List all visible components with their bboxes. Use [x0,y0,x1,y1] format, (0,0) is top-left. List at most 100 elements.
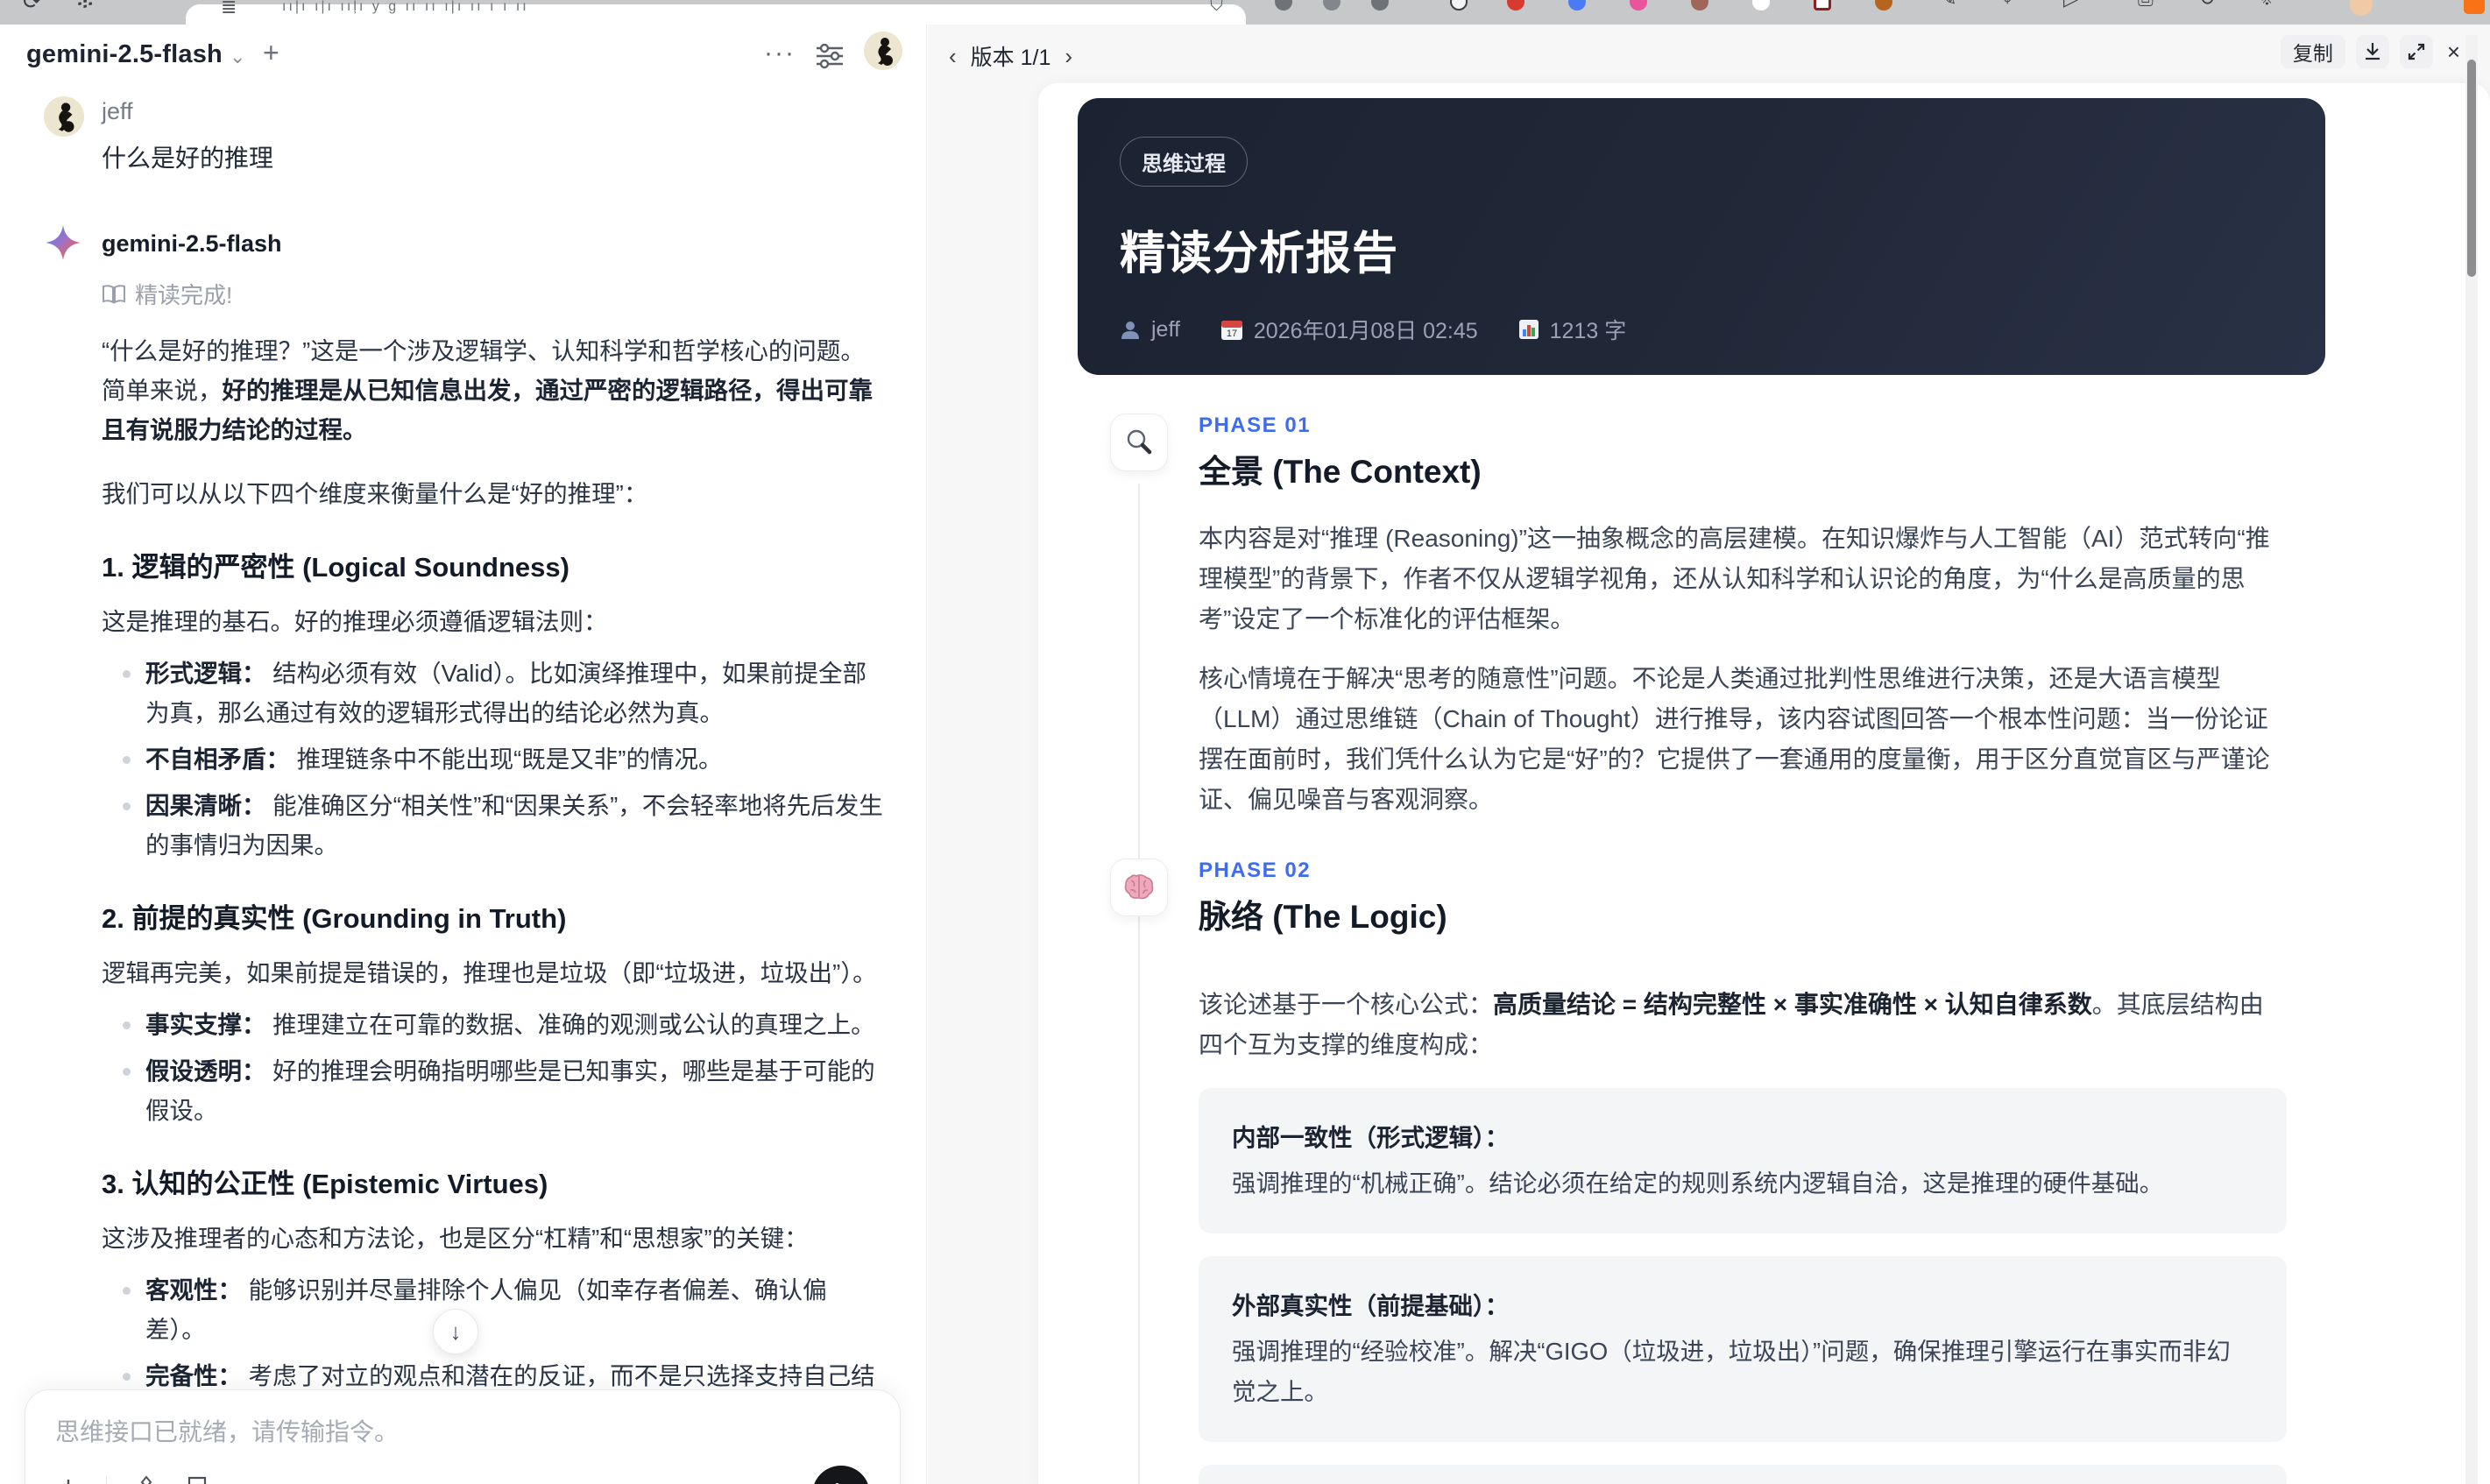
prev-version-button[interactable]: ‹ [949,43,957,70]
extension-icon[interactable] [1630,0,1647,11]
phase-title: 全景 (The Context) [1199,454,1482,490]
dimension-title: 内部一致性（形式逻辑）： [1232,1124,1510,1151]
section-lead: 这涉及推理者的心态和方法论，也是区分“杠精”和“思想家”的关键： [102,1225,809,1252]
bullet-list: 事实支撑： 推理建立在可靠的数据、准确的观测或公认的真理之上。 假设透明： 好的… [102,1005,883,1130]
book-icon [103,284,125,304]
phase-timeline: PHASE 01 全景 (The Context) 本内容是对“推理 (Reas… [1078,413,2325,1484]
fullscreen-button[interactable] [2399,35,2433,68]
chat-message-list[interactable]: jeff 什么是好的推理 gemini-2.5-flash 精读完成! “什么是… [0,88,926,1484]
report-header-card: 思维过程 精读分析报告 jeff 17 2026年01月08日 02:45 12… [1078,98,2325,375]
magnifier-icon [1110,413,1168,471]
user-avatar[interactable] [864,32,902,70]
dimension-card: 内部一致性（形式逻辑）： 强调推理的“机械正确”。结论必须在给定的规则系统内逻辑… [1199,1088,2287,1233]
extension-icon[interactable] [1323,0,1340,11]
settings-sliders-icon[interactable] [815,42,845,70]
voice-input-button[interactable] [812,1466,870,1484]
report-author: jeff [1120,317,1180,343]
browser-chrome-bar: ⟳ ፨ ≣ ıı|ı ı|ı ııļı y g ıı ıı ı|ı ıı ı ı… [0,0,2490,25]
user-message-text: 什么是好的推理 [102,145,274,172]
phase-paragraph: 本内容是对“推理 (Reasoning)”这一抽象概念的高层建模。在知识爆炸与人… [1199,525,2270,632]
section-heading: 2. 前提的真实性 (Grounding in Truth) [102,903,567,934]
skills-diamonds-icon[interactable] [131,1474,161,1484]
download-icon [2365,43,2380,60]
dimension-text: 强调推理的“机械正确”。结论必须在给定的规则系统内逻辑自洽，这是推理的硬件基础。 [1232,1170,2164,1197]
bullet-item: 不自相矛盾： 推理链条中不能出现“既是又非”的情况。 [102,739,883,779]
extension-icon[interactable] [1875,0,1892,11]
download-button[interactable] [2355,35,2389,68]
extension-icon[interactable] [1691,0,1708,11]
extension-icon[interactable] [1752,0,1770,11]
browser-address-bar[interactable]: ≣ ıı|ı ı|ı ııļı y g ıı ıı ı|ı ıı ı ı ıı … [186,0,1246,25]
next-version-button[interactable]: › [1065,43,1072,70]
composer-toolbar [55,1474,209,1484]
artifact-controls: 复制 × [2280,35,2464,68]
extension-icon[interactable] [1450,0,1468,11]
version-label: 版本 1/1 [970,46,1051,70]
address-text-stub: ıı|ı ı|ı ııļı y g ıı ıı ı|ı ıı ı ı ıı [282,0,529,14]
model-selector[interactable]: gemini-2.5-flash [26,40,223,69]
user-message: jeff 什么是好的推理 [44,96,885,174]
assistant-intro: “什么是好的推理？”这是一个涉及逻辑学、认知科学和哲学核心的问题。简单来说，好的… [102,337,873,443]
extension-icon[interactable] [1371,0,1389,11]
browser-reload-icon[interactable]: ⟳ [23,0,42,15]
version-navigator: ‹ 版本 1/1 › [949,40,1072,72]
calendar-icon: 17 [1220,321,1242,340]
phase-label: PHASE 02 [1199,859,1312,882]
phase-section-2: PHASE 02 脉络 (The Logic) 该论述基于一个核心公式：高质量结… [1078,859,2325,1484]
bullet-item: 因果清晰： 能准确区分“相关性”和“因果关系”，不会轻率地将先后发生的事情归为因… [102,786,883,865]
dimension-text: 强调推理的“经验校准”。解决“GIGO（垃圾进，垃圾出）”问题，确保推理引擎运行… [1232,1338,2231,1405]
attach-plus-icon[interactable] [55,1476,81,1484]
chat-panel: gemini-2.5-flash ⌄ + ··· jeff 什么是好的推理 ge… [0,25,927,1484]
extension-icon[interactable] [1275,0,1292,11]
bullet-item: 客观性： 能够识别并尽量排除个人偏见（如幸存者偏差、确认偏差）。 [102,1270,883,1349]
toolbar-icon[interactable]: ⌖ [2002,0,2013,11]
bookmark-star-icon[interactable]: ⛉ [1210,0,1223,16]
extension-icon[interactable] [1507,0,1524,11]
more-menu-button[interactable]: ··· [764,39,796,68]
toolbar-icon[interactable]: ▷ [2063,0,2078,11]
browser-tabs-icon[interactable]: ፨ [77,0,93,16]
extension-icon[interactable] [1814,0,1831,11]
toolbar-icon[interactable]: ✎ [1941,0,1956,11]
phase-body: 该论述基于一个核心公式：高质量结论 = 结构完整性 × 事实准确性 × 认知自律… [1199,985,2287,1065]
message-composer[interactable]: 思维接口已就绪，请传输指令。 [25,1389,901,1484]
arrow-down-icon: ↓ [449,1318,462,1345]
chevron-down-icon[interactable]: ⌄ [230,46,245,68]
extension-icon[interactable] [1568,0,1586,11]
report-title: 精读分析报告 [1120,229,1399,279]
bullet-item: 事实支撑： 推理建立在可靠的数据、准确的观测或公认的真理之上。 [102,1005,883,1044]
new-chat-button[interactable]: + [263,37,279,69]
report-meta: jeff 17 2026年01月08日 02:45 1213 字 [1120,314,2283,345]
report-badge: 思维过程 [1120,137,1248,187]
bookmark-icon[interactable] [186,1475,209,1484]
chat-header: gemini-2.5-flash ⌄ + ··· [0,25,926,88]
assistant-status-text: 精读完成! [135,282,233,308]
user-name: jeff [102,98,133,124]
report-word-count: 1213 字 [1518,314,1626,345]
browser-profile-avatar[interactable] [2350,0,2373,16]
person-icon [1121,322,1139,339]
bullet-item: 假设透明： 好的推理会明确指明哪些是已知事实，哪些是基于可能的假设。 [102,1051,883,1130]
expand-icon [2408,43,2424,60]
dimension-card: 外部真实性（前提基础）： 强调推理的“经验校准”。解决“GIGO（垃圾进，垃圾出… [1199,1256,2287,1442]
toolbar-divider [106,1476,107,1484]
artifact-document: 思维过程 精读分析报告 jeff 17 2026年01月08日 02:45 12… [1038,83,2490,1484]
bullet-item: 形式逻辑： 结构必须有效（Valid）。比如演绎推理中，如果前提全部为真，那么通… [102,654,883,732]
copy-button[interactable]: 复制 [2280,35,2345,68]
section-lead: 逻辑再完美，如果前提是错误的，推理也是垃圾（即“垃圾进，垃圾出”）。 [102,959,877,986]
section-heading: 1. 逻辑的严密性 (Logical Soundness) [102,552,569,583]
extension-icon[interactable] [2464,0,2485,14]
composer-placeholder[interactable]: 思维接口已就绪，请传输指令。 [55,1413,399,1448]
scroll-to-bottom-button[interactable]: ↓ [433,1309,478,1354]
toolbar-icon[interactable]: ⎙ [2138,0,2154,11]
assistant-status: 精读完成! [102,278,885,310]
assistant-name: gemini-2.5-flash [102,230,282,257]
artifact-panel: ‹ 版本 1/1 › 复制 × 思维过程 精读分析报告 jeff 17 2026… [928,25,2490,1484]
toolbar-icon[interactable]: ፠ [2260,0,2274,11]
dimension-card: 主体伦理（认识美德）： 转向推理者的心理特征。引入奥卡姆剃刀和反向论证，旨在克服… [1199,1465,2287,1484]
assistant-intro2: 我们可以从以下四个维度来衡量什么是“好的推理”： [102,480,648,507]
sidebar-toggle-icon[interactable]: ≣ [221,0,237,18]
close-artifact-button[interactable]: × [2444,39,2464,66]
scrollbar-thumb[interactable] [2467,60,2476,277]
toolbar-icon[interactable]: ↻ [2199,0,2215,11]
